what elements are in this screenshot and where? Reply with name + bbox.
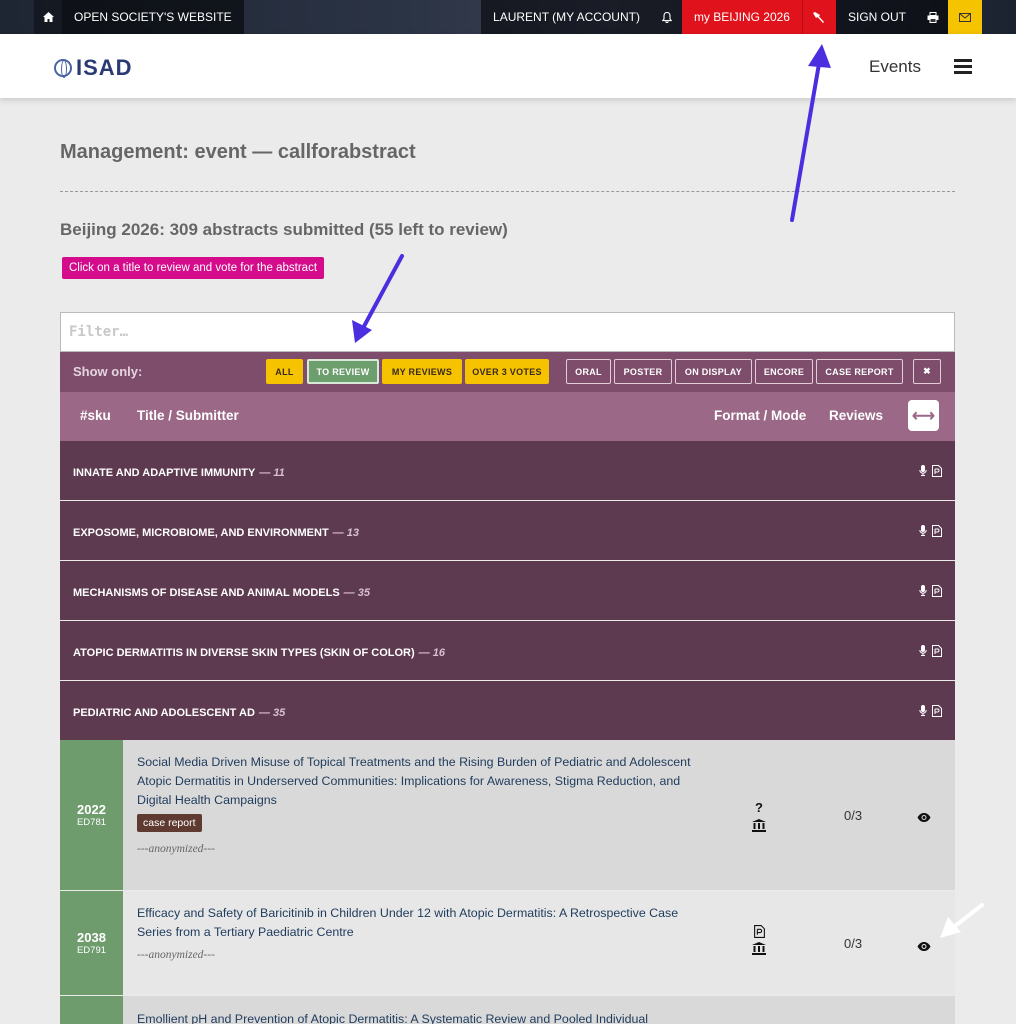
col-title-submitter[interactable]: Title / Submitter <box>137 408 239 423</box>
type-badge: case report <box>137 814 202 832</box>
filter-input[interactable] <box>60 312 955 352</box>
nav-events-link[interactable]: Events <box>869 57 921 77</box>
top-bar: OPEN SOCIETY'S WEBSITE LAURENT (MY ACCOU… <box>0 0 1016 34</box>
print-button[interactable] <box>918 0 948 34</box>
logo-text: ISAD <box>76 55 133 80</box>
question-icon: ? <box>755 800 763 815</box>
poster-icon <box>932 645 942 657</box>
category-row[interactable]: EXPOSOME, MICROBIOME, AND ENVIRONMENT — 1… <box>60 501 955 560</box>
table-row[interactable]: 2022 ED781 Social Media Driven Misuse of… <box>60 740 955 890</box>
category-name: ATOPIC DERMATITIS IN DIVERSE SKIN TYPES … <box>73 647 445 659</box>
reviews-count: 0/3 <box>844 808 863 823</box>
isad-logo[interactable]: ISAD <box>54 55 133 81</box>
table-header: #sku Title / Submitter Format / Mode Rev… <box>60 392 955 441</box>
submitter: ---anonymized--- <box>137 949 215 961</box>
sign-out-link[interactable]: SIGN OUT <box>835 0 918 34</box>
reviews-count: 0/3 <box>844 936 863 951</box>
site-header: ISAD Events <box>0 34 1016 98</box>
sku-code: ED791 <box>76 945 107 956</box>
my-account-link[interactable]: LAURENT (MY ACCOUNT) <box>481 0 652 34</box>
category-row[interactable]: PEDIATRIC AND ADOLESCENT AD — 35 <box>60 681 955 740</box>
filter-over-3-votes-button[interactable]: OVER 3 VOTES <box>465 359 549 384</box>
filter-poster-button[interactable]: POSTER <box>614 359 672 384</box>
top-bar-spacer <box>244 0 481 34</box>
filter-oral-button[interactable]: ORAL <box>566 359 611 384</box>
category-name: EXPOSOME, MICROBIOME, AND ENVIRONMENT — 1… <box>73 527 359 539</box>
eye-icon[interactable] <box>917 809 931 827</box>
abstract-title-link[interactable]: Emollient pH and Prevention of Atopic De… <box>137 1010 697 1024</box>
home-link[interactable] <box>34 0 62 34</box>
category-row[interactable]: ATOPIC DERMATITIS IN DIVERSE SKIN TYPES … <box>60 621 955 680</box>
filter-my-reviews-button[interactable]: MY REVIEWS <box>382 359 462 384</box>
poster-icon <box>932 525 942 537</box>
menu-icon[interactable] <box>954 59 972 74</box>
institution-icon <box>752 819 766 832</box>
microphone-icon <box>919 525 927 536</box>
microphone-icon <box>919 465 927 476</box>
category-name: INNATE AND ADAPTIVE IMMUNITY — 11 <box>73 467 285 479</box>
abstract-title-link[interactable]: Social Media Driven Misuse of Topical Tr… <box>137 753 697 810</box>
category-name: PEDIATRIC AND ADOLESCENT AD — 35 <box>73 707 286 719</box>
sku-number: 2038 <box>77 930 106 945</box>
format-mode-cell: ? <box>749 800 769 832</box>
expand-icon[interactable]: ⟷ <box>908 400 939 431</box>
category-row[interactable]: INNATE AND ADAPTIVE IMMUNITY — 11 <box>60 441 955 500</box>
filter-encore-button[interactable]: ENCORE <box>755 359 813 384</box>
col-reviews[interactable]: Reviews <box>829 408 883 423</box>
col-format-mode[interactable]: Format / Mode <box>714 408 806 423</box>
mail-icon <box>959 12 971 22</box>
management-tools-button[interactable] <box>801 0 836 34</box>
page-title: Management: event — callforabstract <box>60 141 416 163</box>
filter-to-review-button[interactable]: TO REVIEW <box>307 359 379 384</box>
filter-on-display-button[interactable]: ON DISPLAY <box>675 359 752 384</box>
show-only-label: Show only: <box>73 364 143 379</box>
my-event-link[interactable]: my BEIJING 2026 <box>681 0 802 34</box>
sku-cell: 2022 ED781 <box>60 740 123 890</box>
abstract-title-link[interactable]: Efficacy and Safety of Baricitinib in Ch… <box>137 904 697 942</box>
format-mode-cell <box>749 925 769 955</box>
institution-icon <box>752 942 766 955</box>
title-divider <box>60 191 955 192</box>
poster-icon <box>932 585 942 597</box>
eye-icon[interactable] <box>917 938 931 956</box>
society-website-link[interactable]: OPEN SOCIETY'S WEBSITE <box>62 0 244 34</box>
poster-icon <box>753 925 765 938</box>
microphone-icon <box>919 645 927 656</box>
abstracts-summary: Beijing 2026: 309 abstracts submitted (5… <box>60 220 508 239</box>
sku-cell: 2038 ED791 <box>60 891 123 995</box>
review-hint-badge: Click on a title to review and vote for … <box>62 257 325 279</box>
sku-cell <box>60 996 123 1024</box>
category-name: MECHANISMS OF DISEASE AND ANIMAL MODELS —… <box>73 587 370 599</box>
print-icon <box>927 11 939 23</box>
bell-icon <box>661 11 672 23</box>
filter-case-report-button[interactable]: CASE REPORT <box>816 359 903 384</box>
poster-icon <box>932 705 942 717</box>
show-only-bar: Show only: ALL TO REVIEW MY REVIEWS OVER… <box>60 352 955 392</box>
clear-filters-button[interactable]: ✖ <box>913 359 941 384</box>
microphone-icon <box>919 585 927 596</box>
poster-icon <box>932 465 942 477</box>
contact-button[interactable] <box>948 0 982 34</box>
submitter: ---anonymized--- <box>137 843 215 855</box>
table-row[interactable]: 2038 ED791 Efficacy and Safety of Barici… <box>60 891 955 995</box>
home-icon <box>42 12 54 22</box>
category-row[interactable]: MECHANISMS OF DISEASE AND ANIMAL MODELS —… <box>60 561 955 620</box>
filter-all-button[interactable]: ALL <box>266 359 303 384</box>
table-row[interactable]: Emollient pH and Prevention of Atopic De… <box>60 996 955 1024</box>
tools-icon <box>813 12 825 23</box>
notifications-button[interactable] <box>651 0 682 34</box>
col-sku[interactable]: #sku <box>80 408 111 423</box>
globe-icon <box>54 59 72 78</box>
sku-number: 2022 <box>77 802 106 817</box>
sku-code: ED781 <box>76 817 107 828</box>
microphone-icon <box>919 705 927 716</box>
